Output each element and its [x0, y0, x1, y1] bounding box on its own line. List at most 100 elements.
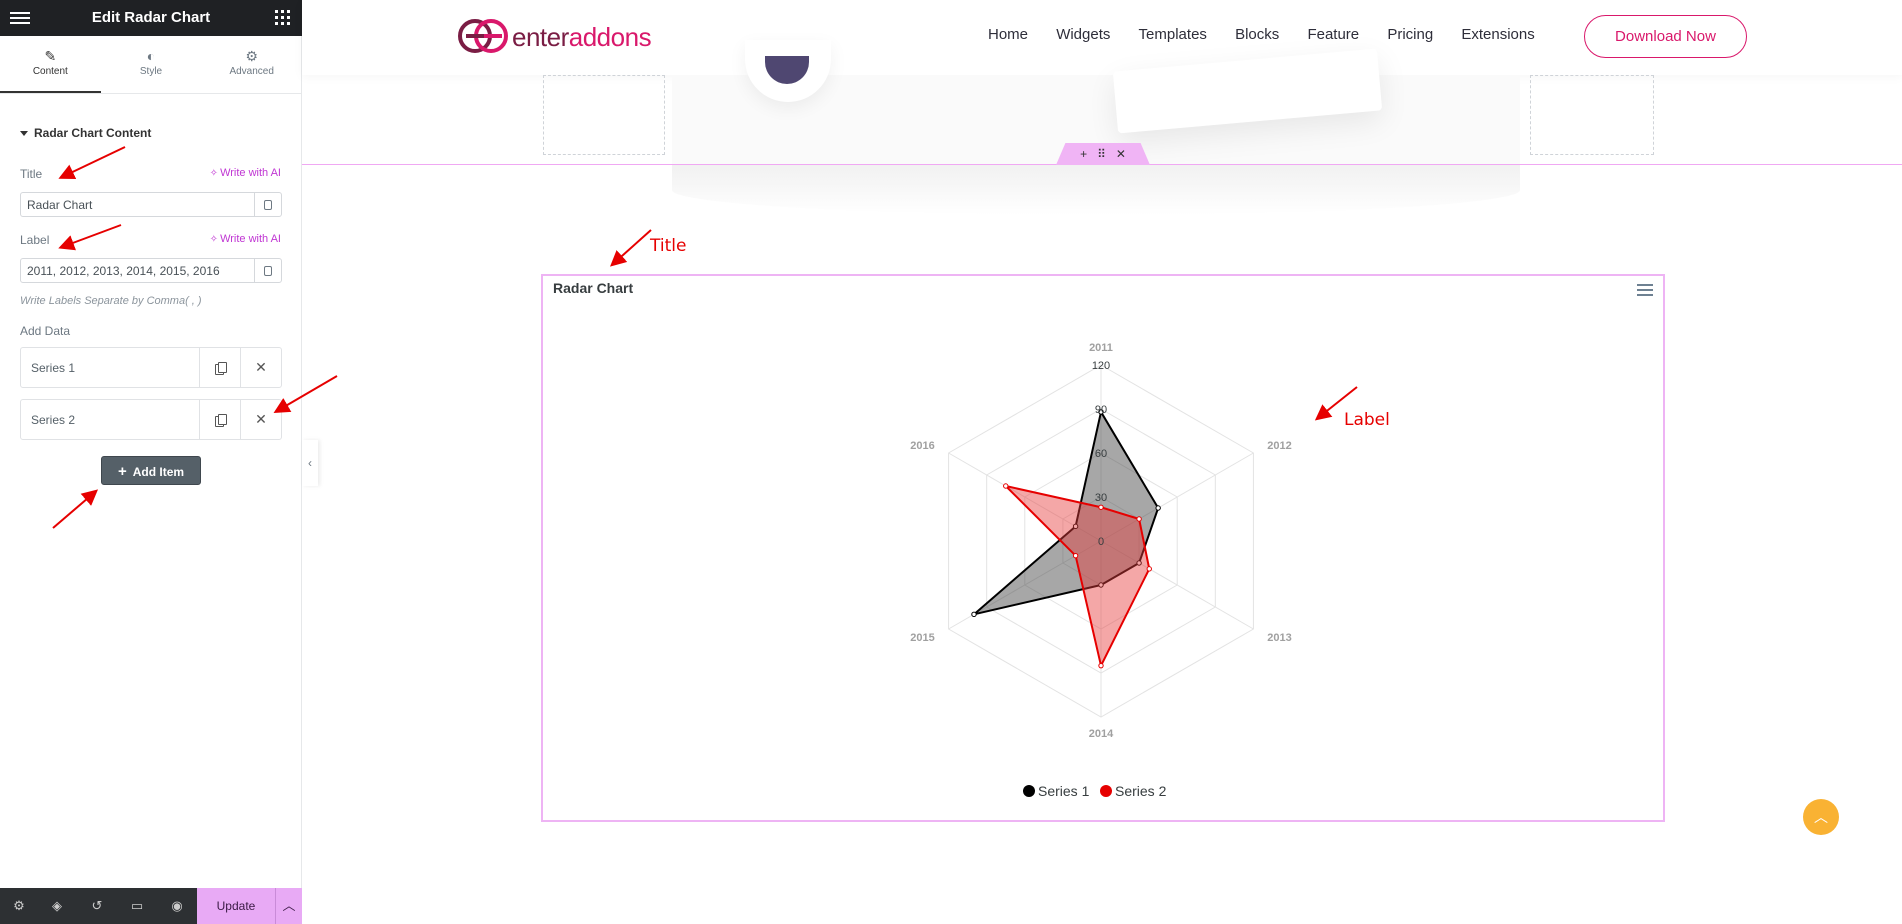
- data-point: [1136, 516, 1142, 522]
- add-section-icon[interactable]: +: [1080, 147, 1087, 161]
- radar-chart: 0 30 60 90 120 2011 2012 2013 2014 2015 2016 Series…: [910, 342, 1292, 799]
- site-logo[interactable]: enteraddons: [458, 16, 658, 56]
- category-label: 2014: [1089, 728, 1114, 740]
- title-label: Title: [20, 167, 43, 181]
- legend-marker: [1100, 785, 1112, 797]
- data-point: [1155, 505, 1161, 511]
- write-with-ai-label[interactable]: ✧ Write with AI: [210, 233, 281, 245]
- delete-section-icon[interactable]: ✕: [1116, 147, 1126, 161]
- duplicate-button[interactable]: [199, 348, 240, 387]
- preview-eye-icon[interactable]: ◉: [168, 898, 186, 914]
- dynamic-tags-button[interactable]: [254, 259, 281, 282]
- repeater-item-title: Series 1: [31, 361, 76, 375]
- category-label: 2015: [910, 632, 934, 644]
- tab-label: Content: [32, 66, 68, 77]
- layers-icon[interactable]: ◈: [48, 898, 66, 914]
- scale-tick-label: 0: [1098, 536, 1104, 548]
- panel-collapse-icon[interactable]: ‹: [302, 440, 318, 486]
- section-toggle[interactable]: Radar Chart Content: [20, 126, 151, 140]
- category-label: 2012: [1267, 440, 1291, 452]
- legend-label: Series 2: [1115, 783, 1167, 799]
- radar-chart-widget[interactable]: Radar Chart 0 30 60 90 120 2011 2012 2013 2014 20…: [541, 274, 1665, 822]
- data-point: [1098, 504, 1104, 510]
- panel-tabs: ✎ Content ◐ Style ⚙ Advanced: [0, 36, 302, 94]
- repeater-item-title: Series 2: [31, 413, 76, 427]
- close-icon: ✕: [255, 359, 267, 375]
- logo-mark-icon: [458, 19, 508, 53]
- contrast-icon: ◐: [146, 48, 156, 64]
- section-title: Radar Chart Content: [34, 126, 152, 140]
- label-field: [20, 258, 282, 283]
- scale-tick-label: 90: [1095, 404, 1107, 416]
- update-button[interactable]: Update: [197, 888, 275, 924]
- duplicate-button[interactable]: [199, 400, 240, 439]
- annotation-label: Label: [1344, 410, 1390, 430]
- panel-header: Edit Radar Chart: [0, 0, 302, 36]
- database-icon: [264, 265, 272, 276]
- title-input[interactable]: [21, 193, 253, 216]
- add-item-label: Add Item: [132, 465, 185, 479]
- title-field: [20, 192, 282, 217]
- write-with-ai-title[interactable]: ✧ Write with AI: [210, 167, 281, 179]
- scale-tick-label: 60: [1095, 448, 1107, 460]
- scale-tick-label: 30: [1095, 492, 1107, 504]
- remove-button[interactable]: ✕: [240, 348, 281, 387]
- nav-pricing[interactable]: Pricing: [1387, 26, 1433, 43]
- editor-screen: Edit Radar Chart ✎ Content ◐ Style ⚙ Adv…: [0, 0, 1902, 924]
- database-icon: [264, 199, 272, 210]
- pencil-icon: ✎: [44, 48, 57, 64]
- nav-extensions[interactable]: Extensions: [1461, 26, 1534, 43]
- site-header: enteraddons Home Widgets Templates Block…: [302, 0, 1902, 75]
- panel-footer: ⚙ ◈ ↺ ▭ ◉ Update ︿: [0, 888, 302, 924]
- nav-feature[interactable]: Feature: [1307, 26, 1359, 43]
- section-shadow: [672, 165, 1520, 215]
- arrow-chart-title: [610, 229, 652, 267]
- scroll-to-top-button[interactable]: ︿: [1803, 799, 1839, 835]
- nav-home[interactable]: Home: [988, 26, 1028, 43]
- data-point: [971, 611, 977, 618]
- settings-icon[interactable]: ⚙: [10, 898, 28, 914]
- tab-advanced[interactable]: ⚙ Advanced: [201, 36, 302, 93]
- editor-panel: Edit Radar Chart ✎ Content ◐ Style ⚙ Adv…: [0, 0, 302, 924]
- chevron-up-icon[interactable]: ︿: [275, 888, 302, 924]
- copy-icon: [215, 361, 227, 375]
- apps-grid-icon[interactable]: [275, 10, 290, 25]
- panel-title: Edit Radar Chart: [91, 9, 211, 26]
- remove-button[interactable]: ✕: [240, 400, 281, 439]
- main-nav: Home Widgets Templates Blocks Feature Pr…: [988, 26, 1559, 43]
- dynamic-tags-button[interactable]: [254, 193, 281, 216]
- download-now-button[interactable]: Download Now: [1584, 15, 1747, 58]
- category-label: 2011: [1089, 342, 1113, 354]
- add-item-button[interactable]: + Add Item: [101, 456, 201, 485]
- label-label: Label: [20, 233, 50, 247]
- repeater-item[interactable]: Series 1 ✕: [20, 347, 282, 388]
- empty-column: [543, 75, 665, 155]
- add-data-label: Add Data: [20, 324, 71, 338]
- empty-column: [1530, 75, 1654, 155]
- logo-text: enteraddons: [512, 22, 652, 52]
- close-icon: ✕: [255, 411, 267, 427]
- plus-icon: +: [117, 463, 127, 480]
- copy-icon: [215, 413, 227, 427]
- tab-style[interactable]: ◐ Style: [101, 36, 202, 93]
- chevron-up-icon: ︿: [1814, 809, 1828, 825]
- ai-sparkle-icon: ✧: [209, 168, 219, 179]
- gear-icon: ⚙: [245, 48, 258, 64]
- scale-tick-label: 120: [1092, 360, 1110, 372]
- label-hint: Write Labels Separate by Comma( , ): [20, 295, 202, 307]
- nav-templates[interactable]: Templates: [1139, 26, 1207, 43]
- drag-handle-icon[interactable]: ⠿: [1097, 147, 1106, 161]
- data-point: [1098, 662, 1104, 669]
- nav-widgets[interactable]: Widgets: [1056, 26, 1110, 43]
- data-point: [1146, 566, 1152, 572]
- responsive-icon[interactable]: ▭: [128, 898, 146, 914]
- label-input[interactable]: [21, 259, 253, 282]
- tab-content[interactable]: ✎ Content: [0, 36, 101, 93]
- annotation-title: Title: [650, 236, 687, 256]
- repeater-item[interactable]: Series 2 ✕: [20, 399, 282, 440]
- legend-marker: [1023, 785, 1035, 797]
- ai-link-text: Write with AI: [220, 233, 281, 245]
- history-icon[interactable]: ↺: [88, 898, 106, 914]
- nav-blocks[interactable]: Blocks: [1235, 26, 1279, 43]
- data-point: [1003, 483, 1009, 489]
